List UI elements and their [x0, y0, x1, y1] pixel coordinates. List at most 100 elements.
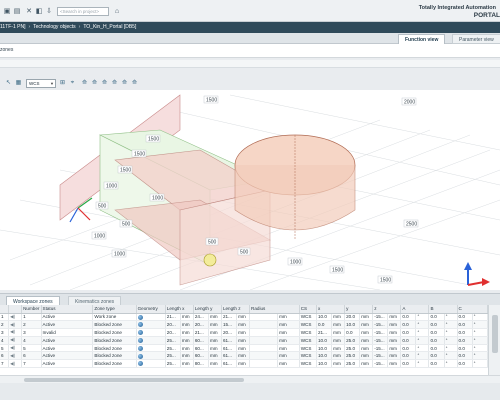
- tab-parameter-view[interactable]: Parameter view: [452, 34, 500, 44]
- col-header-b[interactable]: B: [428, 305, 458, 314]
- col-header[interactable]: [8, 305, 23, 314]
- x-unit[interactable]: mm: [331, 320, 346, 330]
- zone-type[interactable]: Blocked zone: [92, 344, 137, 353]
- b-unit[interactable]: °: [444, 351, 458, 361]
- a[interactable]: 0.0: [400, 313, 417, 322]
- length-z-unit[interactable]: mm: [236, 313, 251, 322]
- c-unit[interactable]: °: [472, 359, 488, 369]
- radius[interactable]: [249, 351, 279, 361]
- a[interactable]: 0.0: [400, 344, 417, 353]
- a-unit[interactable]: °: [415, 336, 430, 345]
- z-unit[interactable]: mm: [387, 320, 402, 330]
- a[interactable]: 0.0: [400, 359, 417, 369]
- c[interactable]: 0.0: [457, 320, 473, 330]
- cs[interactable]: WCS: [299, 328, 318, 337]
- x[interactable]: 10.0: [316, 344, 333, 353]
- x[interactable]: 10.0: [316, 313, 333, 322]
- y[interactable]: 0.0: [344, 328, 361, 337]
- zone-number[interactable]: 7: [21, 359, 42, 369]
- geometry-cell[interactable]: [136, 351, 166, 361]
- y[interactable]: 25.0: [344, 359, 361, 369]
- view-front-icon[interactable]: ⌖: [68, 79, 77, 88]
- length-z[interactable]: 61...: [221, 344, 238, 353]
- a-unit[interactable]: °: [415, 320, 430, 330]
- c[interactable]: 0.0: [457, 313, 473, 322]
- length-x[interactable]: 20...: [165, 328, 181, 337]
- length-y[interactable]: 60...: [193, 351, 209, 361]
- visibility-icon[interactable]: ◀): [10, 361, 15, 366]
- radius[interactable]: [249, 336, 279, 345]
- y[interactable]: 25.0: [344, 351, 361, 361]
- c-unit[interactable]: °: [472, 320, 488, 330]
- z-unit[interactable]: mm: [387, 351, 402, 361]
- length-z-unit[interactable]: mm: [236, 351, 251, 361]
- zone-type[interactable]: Blocked zone: [92, 359, 137, 369]
- length-x-unit[interactable]: mm: [180, 336, 194, 345]
- radius-unit[interactable]: mm: [277, 313, 300, 322]
- sphere-geometry-icon[interactable]: [137, 330, 143, 336]
- geometry-cell[interactable]: [136, 359, 166, 369]
- vertical-scrollbar[interactable]: [488, 305, 500, 375]
- length-y[interactable]: 20...: [193, 320, 209, 330]
- length-x[interactable]: 21...: [165, 313, 181, 322]
- table-row[interactable]: 4 ◀) 4 Active Blocked zone 25... mm 60... mm 61..…: [0, 336, 488, 345]
- a[interactable]: 0.0: [400, 328, 417, 337]
- radius[interactable]: [249, 313, 279, 322]
- col-header-length-z[interactable]: Length z: [221, 305, 251, 314]
- col-header[interactable]: [0, 305, 10, 314]
- length-x-unit[interactable]: mm: [180, 328, 194, 337]
- zone-status[interactable]: Active: [41, 344, 94, 353]
- geometry-cell[interactable]: [136, 328, 166, 337]
- kinematics-3d-view[interactable]: 1500 1500 1500 1000 1000 500 500 1000 10…: [0, 90, 500, 290]
- sphere-geometry-icon[interactable]: [137, 337, 143, 343]
- b[interactable]: 0.0: [428, 336, 445, 345]
- a[interactable]: 0.0: [400, 336, 417, 345]
- radius-unit[interactable]: mm: [277, 328, 300, 337]
- breadcrumb-item[interactable]: Technology objects: [33, 22, 76, 33]
- visibility-cell[interactable]: ◀): [8, 328, 23, 337]
- cs[interactable]: WCS: [299, 344, 318, 353]
- zone-number[interactable]: 2: [21, 320, 42, 330]
- length-y-unit[interactable]: mm: [208, 320, 222, 330]
- col-header-c[interactable]: C: [457, 305, 488, 314]
- col-header-cs[interactable]: CS: [299, 305, 318, 314]
- length-x[interactable]: 20...: [165, 320, 181, 330]
- new-project-icon[interactable]: ▣: [2, 6, 12, 16]
- visibility-icon[interactable]: ◀): [10, 353, 15, 358]
- b[interactable]: 0.0: [428, 313, 445, 322]
- col-header-geometry[interactable]: Geometry: [136, 305, 166, 314]
- length-z-unit[interactable]: mm: [236, 328, 251, 337]
- visibility-icon[interactable]: ◀): [10, 322, 15, 327]
- b[interactable]: 0.0: [428, 351, 445, 361]
- col-header-a[interactable]: A: [400, 305, 430, 314]
- length-y[interactable]: 24...: [193, 313, 209, 322]
- x-unit[interactable]: mm: [331, 344, 346, 353]
- tab-function-view[interactable]: Function view: [398, 34, 446, 44]
- z[interactable]: -15...: [372, 336, 389, 345]
- visibility-cell[interactable]: ◀): [8, 351, 23, 361]
- length-z-unit[interactable]: mm: [236, 320, 251, 330]
- view-iso-icon[interactable]: ⟰: [110, 79, 119, 88]
- y[interactable]: 25.0: [344, 344, 361, 353]
- col-header-x[interactable]: x: [316, 305, 346, 314]
- z[interactable]: -15...: [372, 320, 389, 330]
- geometry-cell[interactable]: [136, 313, 166, 322]
- radius-unit[interactable]: mm: [277, 344, 300, 353]
- length-y-unit[interactable]: mm: [208, 344, 222, 353]
- visibility-icon[interactable]: ◀): [10, 337, 15, 342]
- col-header-status[interactable]: Status: [41, 305, 94, 314]
- y-unit[interactable]: mm: [359, 313, 374, 322]
- a[interactable]: 0.0: [400, 351, 417, 361]
- a-unit[interactable]: °: [415, 359, 430, 369]
- y-unit[interactable]: mm: [359, 336, 374, 345]
- col-header-z[interactable]: z: [372, 305, 402, 314]
- zone-type[interactable]: Blocked zone: [92, 328, 137, 337]
- zone-number[interactable]: 4: [21, 336, 42, 345]
- length-z[interactable]: 61...: [221, 351, 238, 361]
- length-y-unit[interactable]: mm: [208, 359, 222, 369]
- cs[interactable]: WCS: [299, 313, 318, 322]
- c[interactable]: 0.0: [457, 336, 473, 345]
- c[interactable]: 0.0: [457, 328, 473, 337]
- sphere-geometry-icon[interactable]: [137, 361, 143, 367]
- sphere-geometry-icon[interactable]: [137, 345, 143, 351]
